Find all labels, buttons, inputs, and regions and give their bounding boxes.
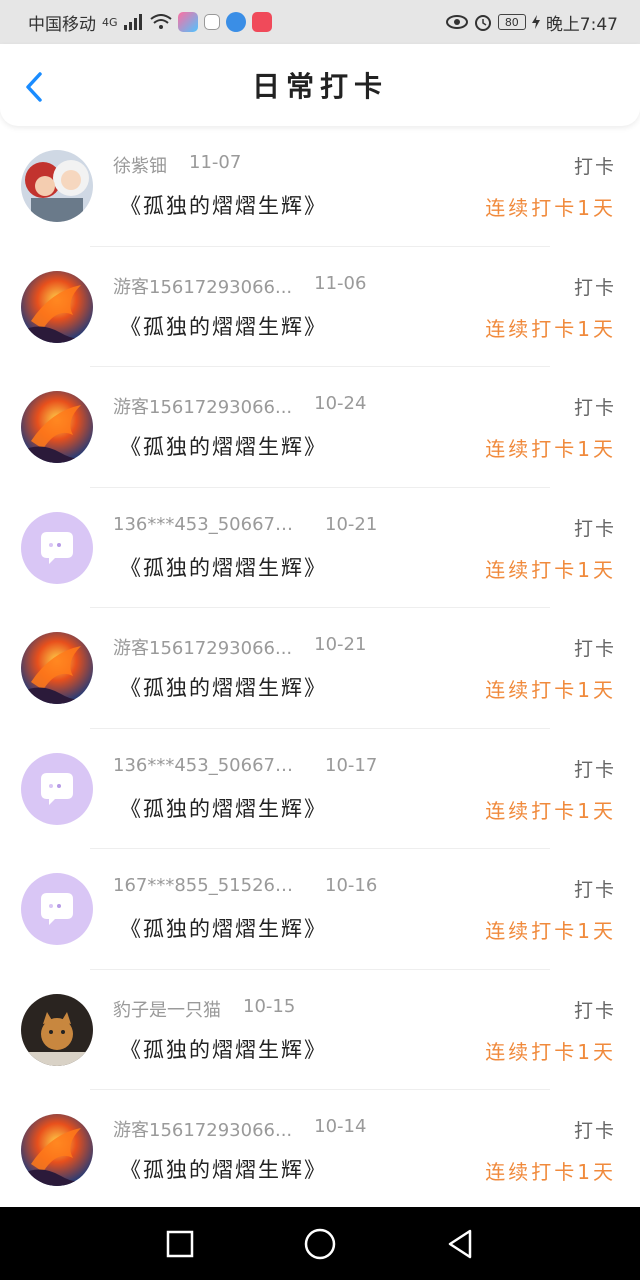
checkin-tag: 打卡 bbox=[573, 397, 616, 419]
user-name: 徐紫钿 bbox=[113, 156, 167, 177]
book-title: 《孤独的熠熠生辉》 bbox=[120, 314, 327, 339]
network-label: 4G bbox=[102, 15, 118, 29]
battery-level: 80 bbox=[504, 15, 519, 29]
checkin-date: 10-24 bbox=[314, 393, 367, 414]
alarm-icon bbox=[474, 15, 491, 31]
checkin-tag: 打卡 bbox=[573, 276, 616, 299]
home-button[interactable] bbox=[300, 1224, 340, 1264]
streak-label: 连续打卡1天 bbox=[485, 919, 616, 943]
book-title: 《孤独的熠熠生辉》 bbox=[120, 194, 327, 218]
page-title: 日常打卡 bbox=[251, 70, 388, 103]
checkin-row[interactable]: 167***855_515264... 10-16 《孤独的熠熠生辉》 打卡连续打卡1… bbox=[0, 849, 640, 970]
circle-home-icon bbox=[304, 1228, 336, 1259]
checkin-row[interactable]: 徐紫钿 11-07 《孤独的熠熠生辉》 打卡连续打卡1天 bbox=[0, 126, 640, 247]
avatar[interactable] bbox=[21, 150, 93, 222]
avatar[interactable] bbox=[21, 270, 93, 343]
checkin-date: 10-21 bbox=[325, 513, 378, 535]
streak-label: 连续打卡1天 bbox=[485, 678, 616, 702]
book-title: 《孤独的熠熠生辉》 bbox=[120, 1037, 327, 1062]
user-name: 游客15617293066... bbox=[113, 1120, 293, 1141]
recent-apps-button[interactable] bbox=[160, 1224, 200, 1264]
book-title: 《孤独的熠熠生辉》 bbox=[120, 796, 327, 821]
streak-label: 连续打卡1天 bbox=[485, 557, 616, 582]
streak-label: 连续打卡1天 bbox=[485, 1160, 616, 1184]
carrier-label: 中国移动 bbox=[28, 14, 96, 35]
book-title: 《孤独的熠熠生辉》 bbox=[120, 435, 327, 459]
avatar[interactable] bbox=[21, 1114, 93, 1186]
avatar[interactable] bbox=[21, 391, 93, 463]
user-name: 游客15617293066... bbox=[113, 638, 293, 659]
user-name: 豹子是一只猫 bbox=[113, 999, 221, 1021]
checkin-date: 11-07 bbox=[189, 152, 242, 173]
checkin-date: 10-15 bbox=[243, 995, 296, 1017]
book-title: 《孤独的熠熠生辉》 bbox=[120, 917, 327, 941]
streak-label: 连续打卡1天 bbox=[485, 316, 616, 341]
clock: 晚上7:47 bbox=[545, 14, 618, 35]
user-name: 游客15617293066... bbox=[113, 397, 293, 418]
user-name: 136***453_506672... bbox=[113, 754, 303, 776]
checkin-row[interactable]: 136***453_506672... 10-21 《孤独的熠熠生辉》 打卡连续打卡1… bbox=[0, 488, 640, 609]
avatar[interactable] bbox=[21, 752, 93, 825]
charging-icon bbox=[531, 15, 540, 29]
checkin-tag: 打卡 bbox=[573, 879, 616, 901]
wifi-icon bbox=[149, 14, 172, 29]
header: 日常打卡 bbox=[0, 44, 640, 126]
checkin-row[interactable]: 游客15617293066... 10-24 《孤独的熠熠生辉》 打卡连续打卡1天 bbox=[0, 367, 640, 488]
app-notification-icon bbox=[251, 12, 272, 32]
back-nav-button[interactable] bbox=[440, 1224, 480, 1264]
status-bar: 中国移动 4G 80 晚上7:47 bbox=[0, 0, 640, 44]
user-name: 136***453_506672... bbox=[113, 513, 303, 535]
row-meta: 豹子是一只猫 10-15 bbox=[113, 996, 295, 1022]
checkin-tag: 打卡 bbox=[573, 758, 616, 781]
checkin-row[interactable]: 豹子是一只猫 10-15 《孤独的熠熠生辉》 打卡连续打卡1天 bbox=[0, 970, 640, 1091]
avatar[interactable] bbox=[21, 511, 93, 584]
eye-icon bbox=[445, 15, 468, 29]
streak-label: 连续打卡1天 bbox=[485, 1039, 616, 1064]
row-meta: 游客15617293066... 10-24 bbox=[113, 393, 366, 419]
checkin-tag: 打卡 bbox=[573, 517, 616, 540]
back-button[interactable] bbox=[22, 72, 48, 102]
row-meta: 游客15617293066... 10-21 bbox=[113, 634, 366, 660]
row-meta: 167***855_515264... 10-16 bbox=[113, 875, 377, 896]
square-recent-icon bbox=[166, 1230, 194, 1257]
row-meta: 游客15617293066... 10-14 bbox=[113, 1116, 366, 1142]
book-title: 《孤独的熠熠生辉》 bbox=[120, 676, 327, 700]
streak-label: 连续打卡1天 bbox=[485, 196, 616, 220]
app-notification-icon bbox=[225, 12, 246, 32]
streak-label: 连续打卡1天 bbox=[485, 798, 616, 823]
avatar[interactable] bbox=[21, 632, 93, 704]
checkin-list: 徐紫钿 11-07 《孤独的熠熠生辉》 打卡 连续打卡1天 游客15617293066..… bbox=[0, 126, 640, 1206]
triangle-back-icon bbox=[448, 1229, 472, 1258]
app-notification-icon bbox=[177, 12, 198, 32]
streak-label: 连续打卡1天 bbox=[485, 437, 616, 461]
row-meta: 136***453_506672... 10-17 bbox=[113, 755, 377, 776]
checkin-tag: 打卡 bbox=[573, 156, 616, 178]
checkin-date: 10-14 bbox=[314, 1116, 367, 1137]
checkin-tag: 打卡 bbox=[573, 999, 616, 1022]
system-nav-bar bbox=[0, 1207, 640, 1280]
checkin-row[interactable]: 游客15617293066... 10-14 《孤独的熠熠生辉》 打卡连续打卡1天 bbox=[0, 1090, 640, 1206]
chevron-left-icon bbox=[26, 72, 42, 102]
checkin-row[interactable]: 136***453_506672... 10-17 《孤独的熠熠生辉》 打卡连续打卡1… bbox=[0, 729, 640, 850]
user-name: 游客15617293066... bbox=[113, 276, 293, 298]
checkin-date: 10-21 bbox=[314, 634, 367, 655]
battery-icon: 80 bbox=[497, 14, 526, 30]
book-title: 《孤独的熠熠生辉》 bbox=[120, 1158, 327, 1182]
user-name: 167***855_515264... bbox=[113, 875, 303, 896]
app-notification-icon bbox=[203, 14, 220, 30]
checkin-date: 10-17 bbox=[325, 754, 378, 776]
checkin-row[interactable]: 游客15617293066... 10-21 《孤独的熠熠生辉》 打卡连续打卡1天 bbox=[0, 608, 640, 729]
row-meta: 136***453_506672... 10-21 bbox=[113, 514, 377, 535]
checkin-tag: 打卡 bbox=[573, 1120, 616, 1142]
avatar[interactable] bbox=[21, 873, 93, 945]
checkin-row[interactable]: 游客15617293066... 11-06 《孤独的熠熠生辉》 打卡连续打卡1天 bbox=[0, 247, 640, 368]
row-meta: 徐紫钿 11-07 bbox=[113, 152, 241, 178]
row-meta: 游客15617293066... 11-06 bbox=[113, 273, 366, 299]
checkin-date: 11-06 bbox=[314, 272, 367, 294]
signal-icon bbox=[123, 14, 142, 30]
checkin-tag: 打卡 bbox=[573, 638, 616, 660]
checkin-date: 10-16 bbox=[325, 875, 378, 896]
book-title: 《孤独的熠熠生辉》 bbox=[120, 555, 327, 580]
avatar[interactable] bbox=[21, 993, 93, 1066]
